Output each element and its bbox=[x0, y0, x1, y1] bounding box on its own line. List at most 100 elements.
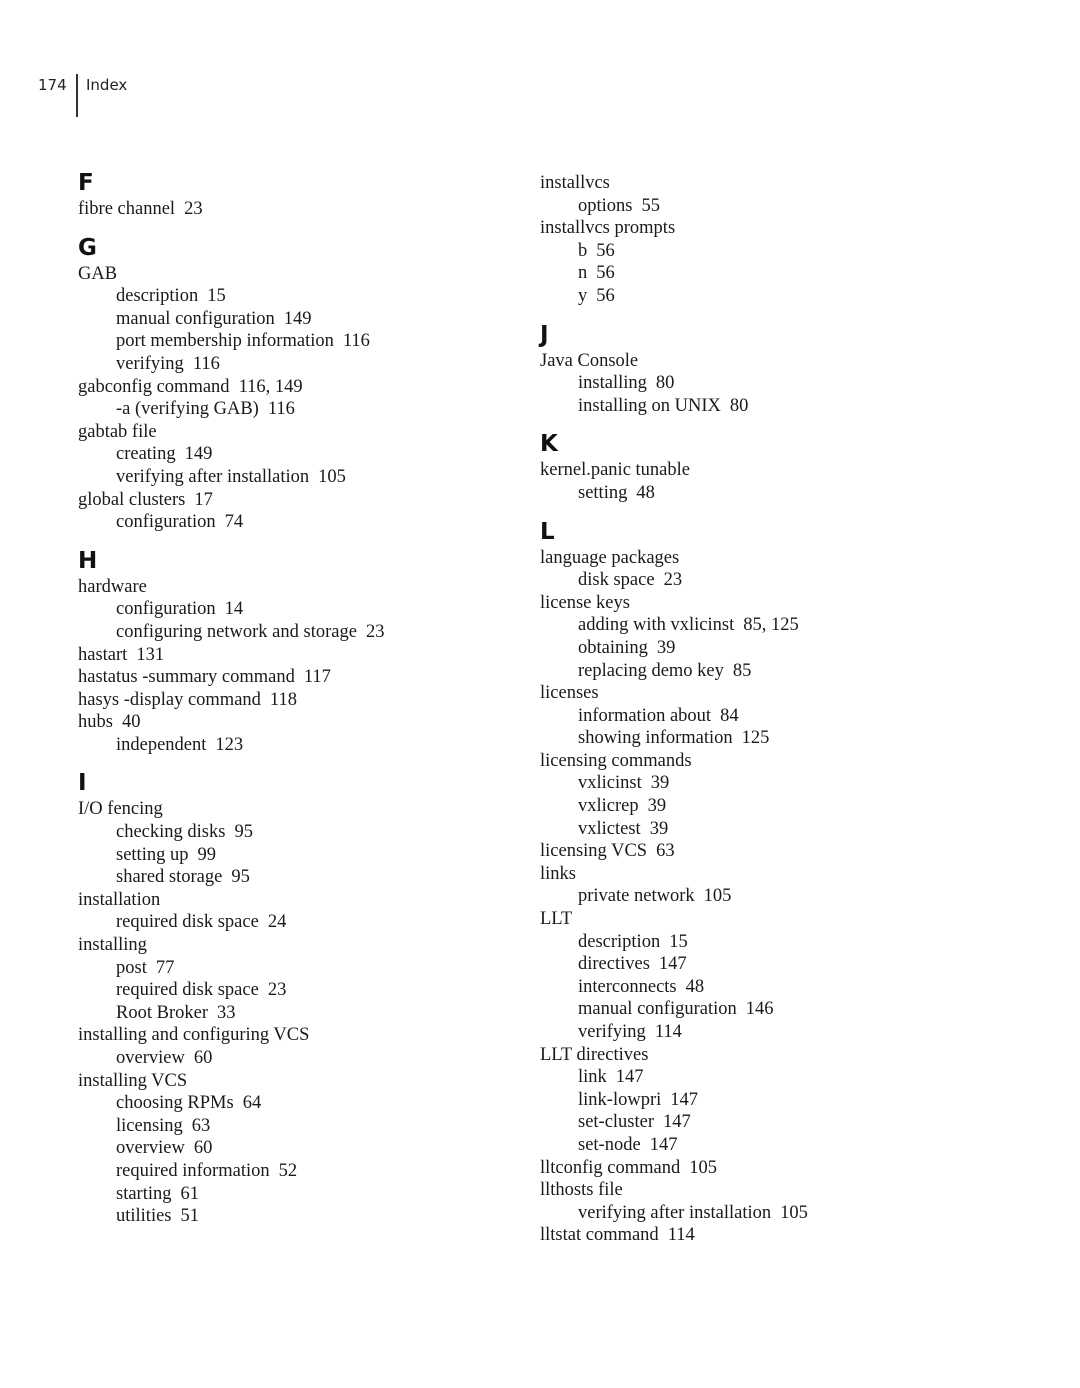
page-reference[interactable]: 56 bbox=[596, 241, 615, 261]
page-reference[interactable]: 39 bbox=[657, 638, 676, 658]
page-reference[interactable]: 147 bbox=[616, 1067, 644, 1087]
index-entry: I/O fencing bbox=[78, 798, 498, 821]
page-reference[interactable]: 114 bbox=[655, 1022, 682, 1042]
page-reference[interactable]: 17 bbox=[194, 490, 213, 510]
entry-term: vxlicrep bbox=[578, 796, 639, 817]
page-reference[interactable]: 131 bbox=[136, 645, 164, 665]
page-reference[interactable]: 149 bbox=[185, 444, 213, 464]
page-reference[interactable]: 117 bbox=[304, 667, 331, 687]
page-reference[interactable]: 23 bbox=[184, 199, 203, 219]
entry-term: installing bbox=[78, 935, 147, 956]
index-subentry: verifying after installation 105 bbox=[78, 466, 498, 489]
entry-term: port membership information bbox=[116, 331, 334, 352]
page-reference[interactable]: 56 bbox=[596, 286, 615, 306]
entry-term: adding with vxlicinst bbox=[578, 615, 735, 636]
page-reference[interactable]: 60 bbox=[194, 1048, 213, 1068]
page-reference[interactable]: 99 bbox=[197, 845, 216, 865]
index-subentry: description 15 bbox=[78, 285, 498, 308]
entry-term: gabconfig command bbox=[78, 376, 230, 397]
index-entry: lltstat command 114 bbox=[540, 1224, 960, 1247]
entry-term: starting bbox=[116, 1183, 172, 1204]
index-subentry: required information 52 bbox=[78, 1160, 498, 1183]
index-subentry: installing 80 bbox=[540, 372, 960, 395]
page-reference[interactable]: 85, 125 bbox=[743, 615, 799, 635]
page-reference[interactable]: 95 bbox=[231, 867, 250, 887]
letter-heading: F bbox=[78, 170, 94, 196]
page-reference[interactable]: 23 bbox=[366, 622, 385, 642]
index-subentry: disk space 23 bbox=[540, 569, 960, 592]
page-reference[interactable]: 52 bbox=[279, 1161, 298, 1181]
entry-term: lltstat command bbox=[540, 1225, 659, 1246]
index-subentry: checking disks 95 bbox=[78, 821, 498, 844]
index-entry: license keys bbox=[540, 592, 960, 615]
page-reference[interactable]: 39 bbox=[651, 773, 670, 793]
entry-term: vxlictest bbox=[578, 818, 641, 839]
page-reference[interactable]: 48 bbox=[686, 977, 705, 997]
page-reference[interactable]: 33 bbox=[217, 1003, 236, 1023]
entry-term: licensing bbox=[116, 1115, 183, 1136]
letter-section: G GAB description 15 manual configuration 149… bbox=[78, 233, 498, 534]
index-subentry: configuring network and storage 23 bbox=[78, 621, 498, 644]
page-reference[interactable]: 105 bbox=[704, 886, 732, 906]
index-entry: installing and configuring VCS bbox=[78, 1024, 498, 1047]
page-reference[interactable]: 63 bbox=[192, 1116, 211, 1136]
page-reference[interactable]: 24 bbox=[268, 912, 287, 932]
page-reference[interactable]: 114 bbox=[668, 1225, 695, 1245]
entry-term: utilities bbox=[116, 1206, 172, 1227]
index-subentry: private network 105 bbox=[540, 885, 960, 908]
page-reference[interactable]: 39 bbox=[648, 796, 667, 816]
page-reference[interactable]: 105 bbox=[318, 467, 346, 487]
index-entry: gabconfig command 116, 149 bbox=[78, 376, 498, 399]
page-reference[interactable]: 15 bbox=[669, 932, 688, 952]
letter-section: Llanguage packages disk space 23 license ke… bbox=[540, 517, 960, 1247]
page-reference[interactable]: 105 bbox=[689, 1158, 717, 1178]
entry-term: shared storage bbox=[116, 867, 223, 888]
page-reference[interactable]: 146 bbox=[746, 999, 774, 1019]
entry-term: global clusters bbox=[78, 489, 186, 510]
page-reference[interactable]: 149 bbox=[284, 309, 312, 329]
page-reference[interactable]: 95 bbox=[234, 822, 253, 842]
page-reference[interactable]: 23 bbox=[268, 980, 287, 1000]
page-reference[interactable]: 147 bbox=[663, 1112, 691, 1132]
page-reference[interactable]: 56 bbox=[596, 263, 615, 283]
index-subentry: n 56 bbox=[540, 262, 960, 285]
page-reference[interactable]: 15 bbox=[207, 286, 226, 306]
page-reference[interactable]: 116 bbox=[343, 331, 370, 351]
page-reference[interactable]: 116 bbox=[268, 399, 295, 419]
index-subentry: port membership information 116 bbox=[78, 330, 498, 353]
page-reference[interactable]: 64 bbox=[243, 1093, 262, 1113]
entry-term: verifying after installation bbox=[116, 466, 310, 487]
page-reference[interactable]: 51 bbox=[181, 1206, 200, 1226]
entry-term: disk space bbox=[578, 570, 655, 591]
page-reference[interactable]: 61 bbox=[181, 1184, 200, 1204]
page-reference[interactable]: 105 bbox=[780, 1203, 808, 1223]
page-reference[interactable]: 48 bbox=[636, 483, 655, 503]
page-reference[interactable]: 123 bbox=[215, 735, 243, 755]
page-reference[interactable]: 40 bbox=[122, 712, 141, 732]
entry-term: hardware bbox=[78, 576, 147, 597]
page-reference[interactable]: 39 bbox=[650, 819, 669, 839]
index-entry: LLT bbox=[540, 908, 960, 931]
index-entry: hubs 40 bbox=[78, 711, 498, 734]
page-reference[interactable]: 80 bbox=[730, 396, 749, 416]
page-reference[interactable]: 118 bbox=[270, 690, 297, 710]
page-reference[interactable]: 85 bbox=[733, 661, 752, 681]
page-reference[interactable]: 55 bbox=[641, 196, 660, 216]
page-reference[interactable]: 147 bbox=[659, 954, 687, 974]
page-reference[interactable]: 80 bbox=[656, 373, 675, 393]
entry-term: b bbox=[578, 240, 588, 261]
page-reference[interactable]: 125 bbox=[742, 728, 770, 748]
page-reference[interactable]: 23 bbox=[664, 570, 683, 590]
page-reference[interactable]: 116, 149 bbox=[239, 377, 303, 397]
page-reference[interactable]: 116 bbox=[193, 354, 220, 374]
page-reference[interactable]: 63 bbox=[656, 841, 675, 861]
page-reference[interactable]: 147 bbox=[650, 1135, 678, 1155]
page-reference[interactable]: 14 bbox=[225, 599, 244, 619]
index-subentry: verifying after installation 105 bbox=[540, 1202, 960, 1225]
page-reference[interactable]: 74 bbox=[225, 512, 244, 532]
page-reference[interactable]: 60 bbox=[194, 1138, 213, 1158]
page-reference[interactable]: 147 bbox=[670, 1090, 698, 1110]
page-reference[interactable]: 84 bbox=[720, 706, 739, 726]
entry-term: y bbox=[578, 285, 588, 306]
page-reference[interactable]: 77 bbox=[156, 958, 175, 978]
